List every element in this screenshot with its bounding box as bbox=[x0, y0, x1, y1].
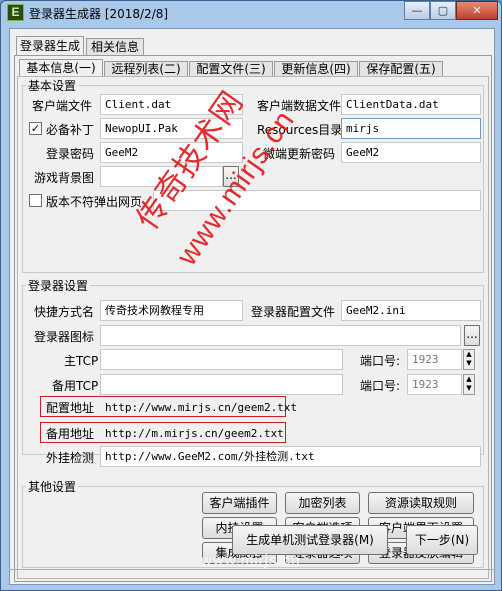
other-settings-title: 其他设置 bbox=[26, 478, 79, 495]
encrypt-list-button[interactable]: 加密列表 bbox=[285, 492, 360, 514]
backup-port-label: 端口号: bbox=[360, 379, 401, 393]
client-area: 登录器生成 相关信息 基本信息(一) 远程列表(二) 配置文件(三) 更新信息(… bbox=[9, 28, 495, 585]
basic-settings-title: 基本设置 bbox=[26, 77, 79, 94]
window-title: 登录器生成器 [2018/2/8] bbox=[29, 7, 169, 21]
maximize-button[interactable]: ▢ bbox=[430, 1, 456, 20]
required-patch-label: 必备补丁 bbox=[46, 123, 95, 137]
config-address-input[interactable]: http://www.mirjs.cn/geem2.txt bbox=[100, 397, 481, 418]
tab-update-info[interactable]: 更新信息(四) bbox=[274, 61, 358, 77]
tab-save-config[interactable]: 保存配置(五) bbox=[359, 61, 443, 77]
login-config-label: 登录器配置文件 bbox=[251, 305, 336, 319]
minimize-button[interactable]: — bbox=[404, 1, 430, 20]
login-icon-browse-button[interactable]: ... bbox=[464, 325, 480, 346]
main-tcp-input[interactable] bbox=[100, 349, 343, 370]
tab-login-generator[interactable]: 登录器生成 bbox=[16, 36, 84, 56]
generate-test-launcher-button[interactable]: 生成单机测试登录器(M) bbox=[232, 525, 388, 555]
client-plugin-button[interactable]: 客户端插件 bbox=[202, 492, 277, 514]
config-address-label: 配置地址 bbox=[46, 401, 95, 415]
login-password-label: 登录密码 bbox=[46, 147, 95, 161]
client-file-label: 客户端文件 bbox=[32, 99, 93, 113]
tab-basic-info[interactable]: 基本信息(一) bbox=[19, 59, 103, 77]
backup-port-input[interactable]: 1923 bbox=[407, 374, 462, 395]
status-bar-divider bbox=[9, 569, 495, 570]
shortcut-name-label: 快捷方式名 bbox=[34, 305, 95, 319]
shortcut-name-input[interactable]: 传奇技术网教程专用 bbox=[100, 300, 243, 321]
title-bar[interactable]: E 登录器生成器 [2018/2/8] — ▢ ✕ bbox=[1, 1, 501, 25]
main-port-input[interactable]: 1923 bbox=[407, 349, 462, 370]
required-patch-checkbox[interactable]: ✓ bbox=[29, 122, 42, 135]
plugin-check-input[interactable]: http://www.GeeM2.com/外挂检测.txt bbox=[100, 446, 481, 467]
plugin-check-label: 外挂检测 bbox=[46, 451, 95, 465]
resources-input[interactable]: mirjs bbox=[341, 118, 481, 139]
login-icon-label: 登录器图标 bbox=[34, 330, 95, 344]
backup-address-input[interactable]: http://m.mirjs.cn/geem2.txt bbox=[100, 423, 481, 444]
close-button[interactable]: ✕ bbox=[456, 1, 498, 20]
tab-related-info[interactable]: 相关信息 bbox=[86, 38, 144, 55]
backup-port-spinner[interactable]: ▲ ▼ bbox=[463, 374, 475, 395]
main-port-label: 端口号: bbox=[360, 354, 401, 368]
app-icon: E bbox=[7, 4, 24, 21]
background-image-label: 游戏背景图 bbox=[34, 171, 95, 185]
backup-tcp-label: 备用TCP bbox=[52, 379, 99, 393]
backup-address-label: 备用地址 bbox=[46, 427, 95, 441]
tab-remote-list[interactable]: 远程列表(二) bbox=[104, 61, 188, 77]
app-window: E 登录器生成器 [2018/2/8] — ▢ ✕ 登录器生成 相关信息 基本信… bbox=[0, 0, 502, 591]
backup-tcp-input[interactable] bbox=[100, 374, 343, 395]
tab-config-file[interactable]: 配置文件(三) bbox=[189, 61, 273, 77]
watermark-bottom: www.mirjs.cn bbox=[201, 552, 301, 569]
next-step-button[interactable]: 下一步(N) bbox=[406, 525, 478, 555]
update-password-input[interactable]: GeeM2 bbox=[341, 142, 481, 163]
login-icon-input[interactable] bbox=[100, 325, 461, 346]
login-config-input[interactable]: GeeM2.ini bbox=[341, 300, 481, 321]
client-data-input[interactable]: ClientData.dat bbox=[341, 94, 481, 115]
main-tcp-label: 主TCP bbox=[64, 354, 99, 368]
version-popup-checkbox[interactable] bbox=[29, 194, 42, 207]
resource-rules-button[interactable]: 资源读取规则 bbox=[368, 492, 474, 514]
main-port-spinner[interactable]: ▲ ▼ bbox=[463, 349, 475, 370]
login-settings-title: 登录器设置 bbox=[26, 277, 91, 294]
